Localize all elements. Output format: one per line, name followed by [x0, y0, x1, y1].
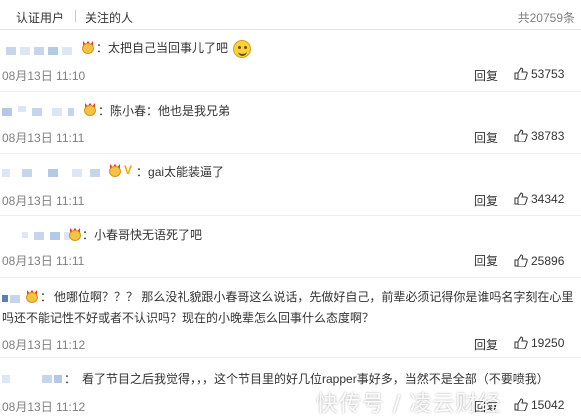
comment-item: V ：gai太能装逼了 08月13日 11:11 回复 34342 — [0, 154, 581, 216]
comment-total-count: 共20759条 — [517, 11, 575, 25]
comment-body: 看了节目之后我觉得，，，这个节目里的好几位rapper事好多，当然不是全部（不要… — [82, 372, 549, 386]
thumbs-up-icon — [514, 398, 528, 411]
like-count: 38783 — [531, 129, 565, 143]
comment-item: ：太把自己当回事儿了吧 08月13日 11:10 回复 53753 — [0, 30, 581, 92]
like-count: 53753 — [531, 67, 565, 81]
comment-time: 08月13日 11:10 — [2, 69, 86, 83]
comment-item: ：陈小春：他也是我兄弟 08月13日 11:11 回复 38783 — [0, 92, 581, 154]
thumbs-up-icon — [514, 192, 528, 205]
tab-verified-users[interactable]: 认证用户 — [16, 9, 64, 26]
comment-body: 太把自己当回事儿了吧 — [108, 41, 229, 55]
comment-text: ：小春哥快无语死了吧 — [82, 228, 203, 242]
crown-icon — [108, 164, 122, 177]
thumbs-up-icon — [514, 129, 528, 142]
v-badge-icon: V — [124, 163, 133, 177]
comment-text: ：陈小春：他也是我兄弟 — [98, 104, 231, 118]
comment-time: 08月13日 11:12 — [2, 338, 86, 352]
like-count: 25896 — [531, 254, 565, 268]
comment-text: ：gai太能装逼了 — [136, 165, 225, 179]
thumbs-up-icon — [514, 67, 528, 80]
tab-following[interactable]: 关注的人 — [85, 9, 133, 26]
comment-body: gai太能装逼了 — [148, 165, 225, 179]
crown-icon — [81, 41, 95, 54]
reply-button[interactable]: 回复 — [474, 129, 498, 146]
reply-button[interactable]: 回复 — [474, 252, 498, 269]
blurred-username[interactable] — [2, 167, 118, 178]
blurred-username[interactable] — [2, 373, 64, 384]
like-button[interactable]: 38783 — [514, 129, 564, 143]
reply-button[interactable]: 回复 — [474, 192, 498, 209]
comment-body: 小春哥快无语死了吧 — [94, 228, 203, 242]
like-button[interactable]: 19250 — [514, 336, 564, 350]
crown-icon — [83, 103, 97, 116]
comment-time: 08月13日 11:11 — [2, 254, 85, 268]
reply-button[interactable]: 回复 — [474, 336, 498, 353]
thumbs-up-icon — [514, 336, 528, 349]
comment-time: 08月13日 11:12 — [2, 400, 86, 414]
comment-body: 陈小春：他也是我兄弟 — [110, 104, 231, 118]
blurred-username[interactable] — [2, 106, 94, 117]
comment-item: ： 他哪位啊？？？ 那么没礼貌跟小春哥这么说话，先做好自己，前辈必须记得你是谁吗… — [0, 278, 581, 358]
watermark: 快传号 / 凌云财经 — [316, 392, 502, 417]
tab-divider — [75, 10, 76, 22]
like-button[interactable]: 34342 — [514, 192, 564, 206]
comment-time: 08月13日 11:11 — [2, 194, 85, 208]
like-button[interactable]: 25896 — [514, 254, 564, 268]
thumbs-up-icon — [514, 254, 528, 267]
comment-text: ：太把自己当回事儿了吧 — [96, 41, 229, 55]
like-button[interactable]: 53753 — [514, 67, 564, 81]
like-count: 15042 — [531, 398, 565, 412]
crown-icon — [68, 228, 82, 241]
comment-item: ：小春哥快无语死了吧 08月13日 11:11 回复 25896 — [0, 216, 581, 278]
reply-button[interactable]: 回复 — [474, 67, 498, 84]
comment-body: 他哪位啊？？？ 那么没礼貌跟小春哥这么说话，先做好自己，前辈必须记得你是谁吗名字… — [2, 290, 574, 325]
comment-filter-bar: 认证用户 关注的人 共20759条 — [0, 0, 581, 30]
smiley-icon — [233, 40, 251, 58]
comment-time: 08月13日 11:11 — [2, 131, 85, 145]
blurred-username[interactable] — [6, 45, 78, 56]
like-button[interactable]: 15042 — [514, 398, 564, 412]
like-count: 19250 — [531, 336, 565, 350]
like-count: 34342 — [531, 192, 565, 206]
blurred-username[interactable] — [22, 230, 72, 241]
